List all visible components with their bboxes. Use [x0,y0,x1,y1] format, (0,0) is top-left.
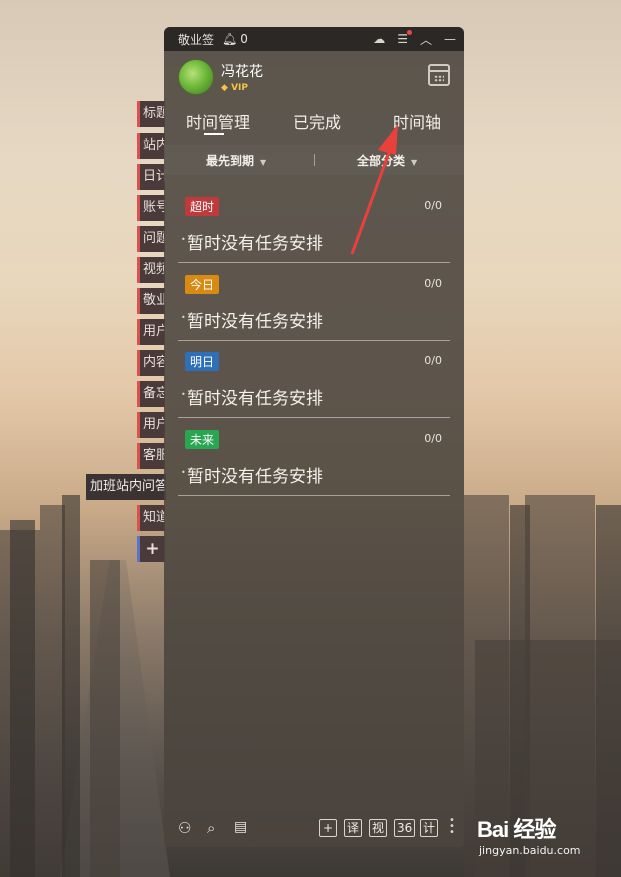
notes-icon[interactable]: ▤ [234,819,247,835]
calculator-button[interactable]: 计 [420,819,439,837]
cloud-icon[interactable]: ☁ [373,32,385,46]
task-ratio: 0/0 [424,432,442,445]
building [90,560,120,877]
chevron-up-icon[interactable]: ︿ [420,31,432,48]
side-tab-account[interactable]: 账号 [137,195,165,221]
building [10,520,35,877]
watermark: Bai 经验 jingyan.baidu.com [477,812,581,857]
section-future: 未来 0/0 暂时没有任务安排 [178,418,450,496]
bottom-toolbar: ⚇ ⌕ ▤ + 译 视 36 计 • • • [164,815,464,841]
side-tab-question[interactable]: 问题 [137,226,165,252]
caret-down-icon: ▼ [260,158,267,167]
app-name: 敬业签 [178,32,215,47]
add-button[interactable]: + [319,819,337,837]
diamond-icon: ◆ [221,83,228,93]
side-tab-zhidao[interactable]: 知道 [137,505,165,531]
category-dropdown[interactable]: 全部分类 ▼ [357,152,417,169]
side-tab-daily[interactable]: 日计 [137,164,165,190]
add-tab-button[interactable]: + [137,536,165,562]
filter-divider [314,154,315,166]
notification-count: 0 [240,32,248,46]
task-ratio: 0/0 [424,354,442,367]
empty-message: 暂时没有任务安排 [181,307,323,332]
vip-badge: ◆ VIP [221,83,263,93]
tab-label: 时间管理 [186,113,251,132]
section-tomorrow: 明日 0/0 暂时没有任务安排 [178,340,450,418]
side-tab-site[interactable]: 站内 [137,133,165,159]
users-icon[interactable]: ⚇ [178,819,191,837]
username: 冯花花 [221,64,263,80]
minimize-icon[interactable]: — [444,32,456,46]
section-today: 今日 0/0 暂时没有任务安排 [178,263,450,341]
tab-timeline[interactable]: 时间轴 [393,109,441,133]
status-badge: 未来 [185,430,220,449]
side-tab-user[interactable]: 用户 [137,319,165,345]
video-button[interactable]: 视 [369,819,388,837]
side-tab-memo[interactable]: 备忘 [137,381,165,407]
tab-completed[interactable]: 已完成 [293,109,341,133]
empty-message: 暂时没有任务安排 [181,229,323,254]
watermark-url: jingyan.baidu.com [479,844,581,857]
translate-button[interactable]: 译 [344,819,363,837]
side-tab-video[interactable]: 视频 [137,257,165,283]
task-ratio: 0/0 [424,199,442,212]
filter-bar: 最先到期 ▼ 全部分类 ▼ [164,145,464,175]
category-label: 全部分类 [357,154,406,168]
avatar[interactable] [178,59,214,95]
side-tab-service[interactable]: 客服 [137,443,165,469]
more-icon[interactable]: • • • [449,816,455,838]
baidu-logo: Bai 经验 [477,817,556,842]
status-badge: 明日 [185,352,220,371]
profile: 冯花花 ◆ VIP [164,51,464,103]
calendar-icon[interactable] [428,64,450,86]
tab-time-management[interactable]: 时间管理 [186,109,251,135]
side-tab-tooltip: 加班站内问答 [86,474,166,500]
search-icon[interactable]: ⌕ [207,819,215,837]
building [62,495,80,877]
side-tab-jingye[interactable]: 敬业 [137,288,165,314]
side-tab-user-2[interactable]: 用户 [137,412,165,438]
bell-icon[interactable]: 🔔︎ [222,32,237,46]
section-overdue: 超时 0/0 暂时没有任务安排 [178,185,450,263]
vip-label: VIP [231,83,248,93]
empty-message: 暂时没有任务安排 [181,384,323,409]
empty-message: 暂时没有任务安排 [181,462,323,487]
tab-label: 已完成 [293,113,342,132]
title-bar: 敬业签 🔔︎ 0 ☁ ☰ ︿ — [164,27,464,51]
side-tab-content[interactable]: 内容 [137,350,165,376]
side-tab-title[interactable]: 标题 [137,101,165,127]
menu-icon[interactable]: ☰ [397,30,412,46]
caret-down-icon: ▼ [411,158,418,167]
main-panel: 敬业签 🔔︎ 0 ☁ ☰ ︿ — 冯花花 ◆ VIP 时间管理 已完成 时间轴 … [164,27,464,847]
calendar-36-button[interactable]: 36 [394,819,416,837]
task-ratio: 0/0 [424,277,442,290]
status-badge: 今日 [185,275,220,294]
sort-dropdown[interactable]: 最先到期 ▼ [206,152,266,169]
status-badge: 超时 [185,197,220,216]
tab-label: 时间轴 [393,113,442,132]
menu-alert-dot [406,30,412,35]
sort-label: 最先到期 [206,154,255,168]
